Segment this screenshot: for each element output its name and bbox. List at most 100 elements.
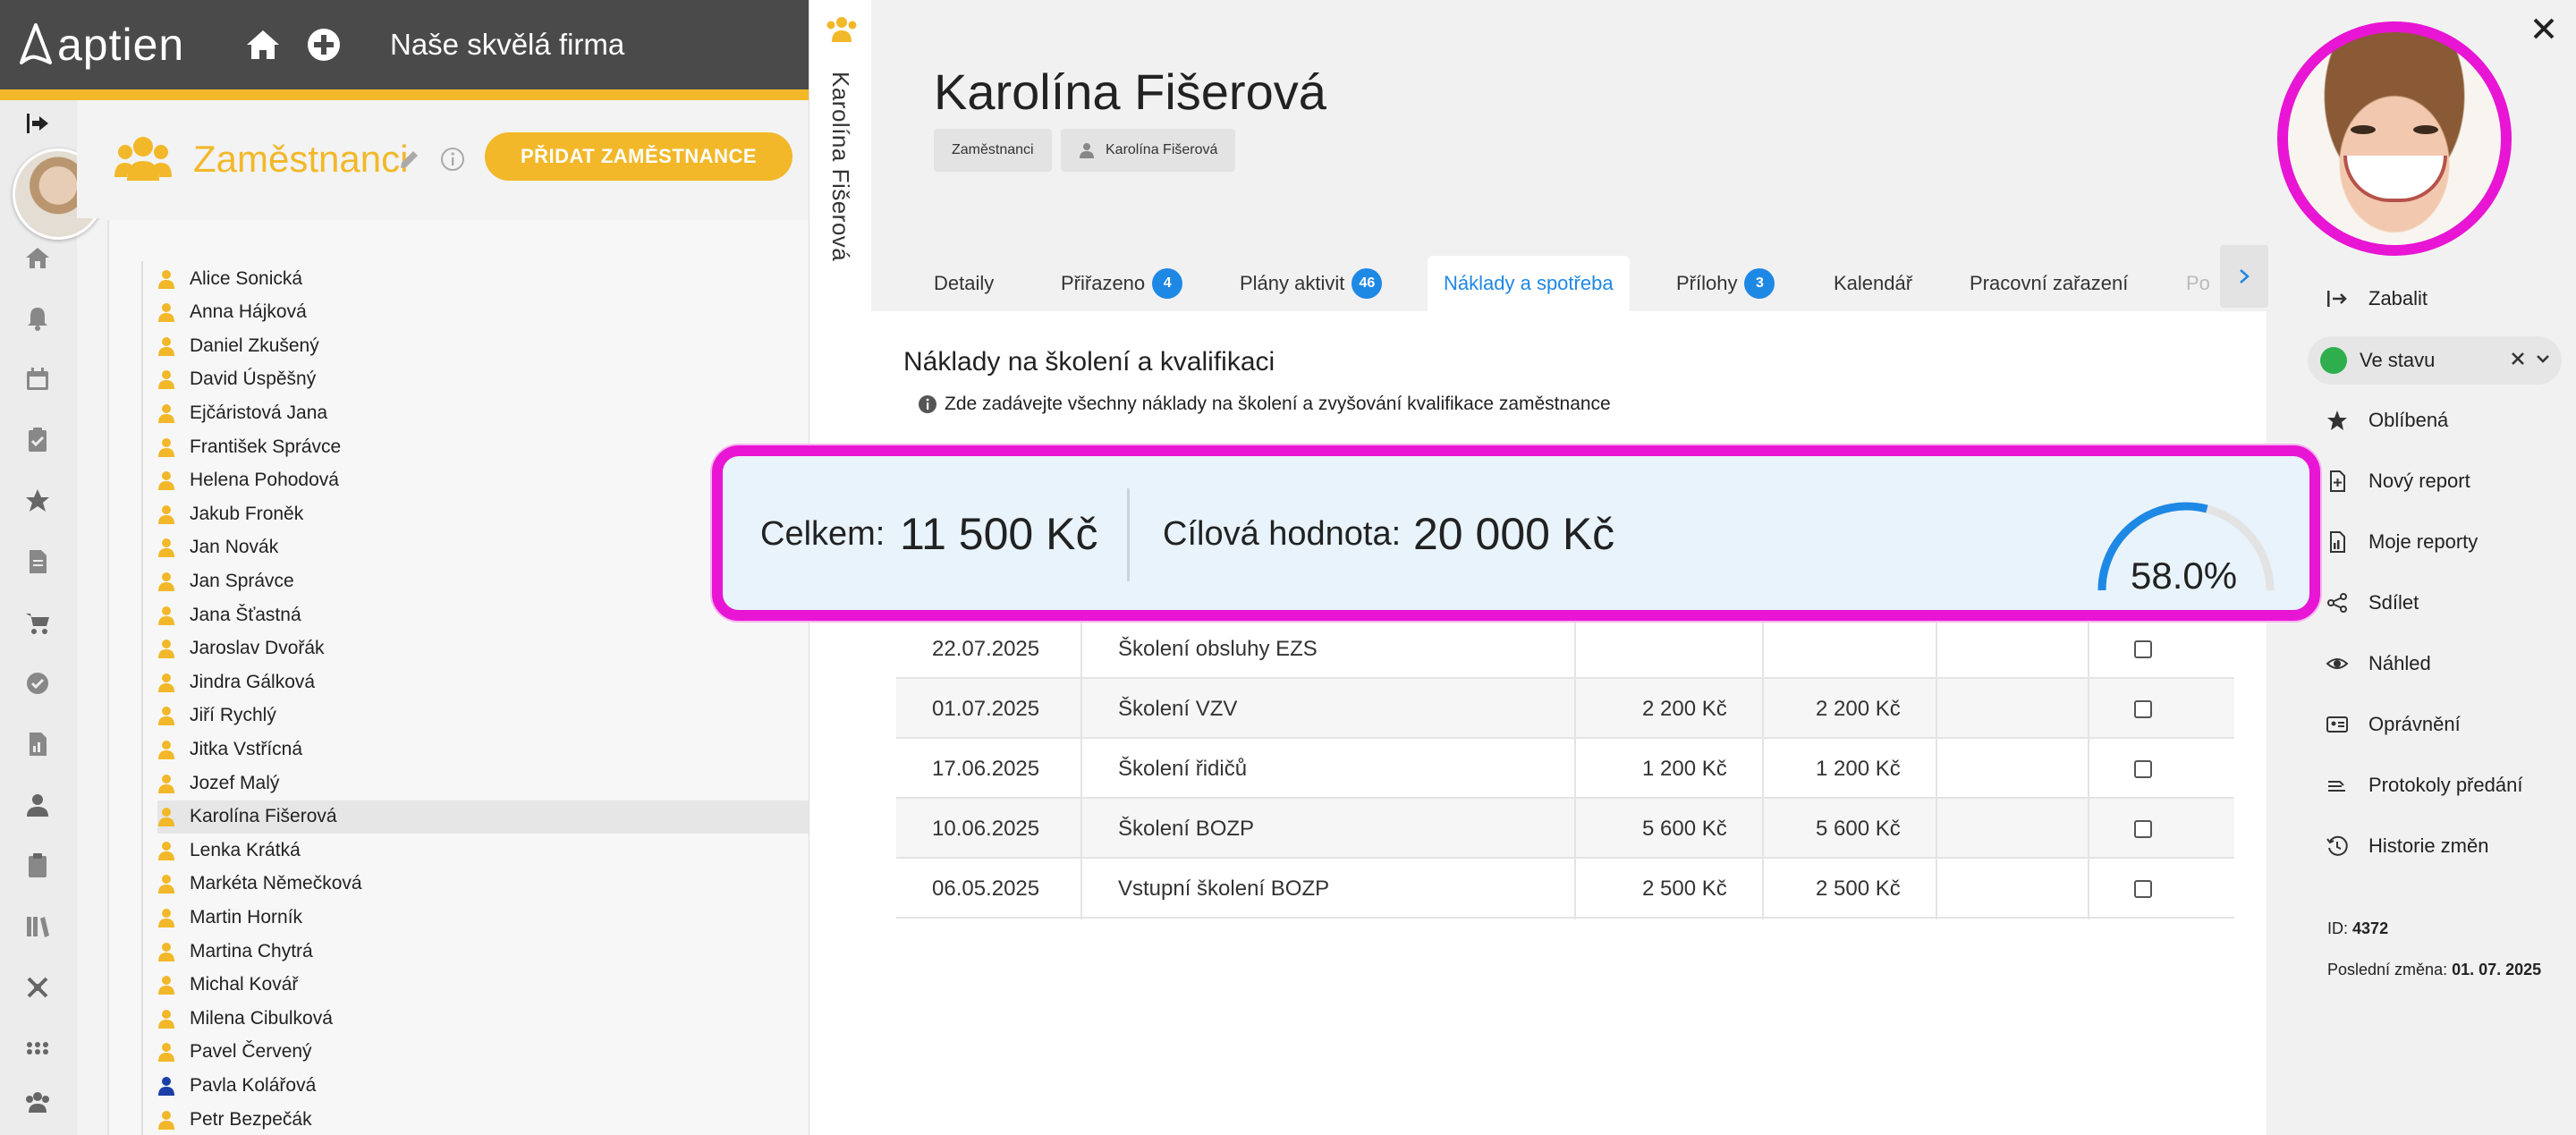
employee-list-item[interactable]: Alice Sonická [157,262,809,295]
add-circle-icon[interactable] [304,25,343,64]
app-logo[interactable]: aptien [16,20,184,70]
employee-list-item[interactable]: Jana Šťastná [157,598,809,631]
employee-list-item[interactable]: Martin Horník [157,901,809,934]
clear-icon[interactable] [2506,347,2529,370]
action-handover[interactable]: Protokoly předání [2326,767,2522,803]
summary-divider [1127,488,1130,581]
row-checkbox-cell [2134,679,2152,739]
row-paid: 1 200 Kč [1816,756,1901,781]
employee-list-item[interactable]: Jan Novák [157,531,809,564]
row-date: 10.06.2025 [932,816,1040,841]
action-my-reports[interactable]: Moje reporty [2326,524,2478,560]
employee-list-item[interactable]: Milena Cibulková [157,1002,809,1035]
employee-name: Michal Kovář [190,974,299,995]
employee-name: Jana Šťastná [190,604,301,625]
employee-list-item[interactable]: Petr Bezpečák [157,1103,809,1135]
check-circle-icon[interactable] [23,669,52,698]
cart-icon[interactable] [23,608,52,637]
employee-list-item[interactable]: Lenka Krátká [157,834,809,867]
employee-list-item[interactable]: Pavel Červený [157,1036,809,1069]
breadcrumb-current[interactable]: Karolína Fišerová [1061,129,1236,172]
pencil-icon[interactable] [397,148,420,172]
employee-list-item[interactable]: František Správce [157,430,809,463]
tab-6[interactable]: Pracovní zařazení [1953,256,2144,311]
section-note-text: Zde zadávejte všechny náklady na školení… [945,394,1611,414]
team-nav-icon[interactable] [23,1088,52,1116]
tab-2[interactable]: Plány aktivit 46 [1224,256,1398,311]
row-cost: 1 200 Kč [1642,756,1727,781]
action-collapse[interactable]: Zabalit [2326,281,2428,317]
employee-list-item[interactable]: Jozef Malý [157,767,809,800]
employee-list-item[interactable]: Jindra Gálková [157,665,809,699]
row-date: 22.07.2025 [932,636,1040,661]
person-nav-icon[interactable] [23,791,52,819]
employee-list-item[interactable]: Martina Chytrá [157,935,809,968]
team-small-icon [826,17,857,42]
table-row[interactable]: 22.07.2025 Školení obsluhy EZS [896,619,2234,679]
home-nav-icon[interactable] [23,243,52,272]
action-favorite[interactable]: Oblíbená [2326,402,2448,438]
expand-menu-icon[interactable] [23,109,52,138]
logo-mark-icon [20,23,52,64]
employee-list-item[interactable]: David Úspěšný [157,363,809,396]
photo-eye [2413,125,2438,134]
employee-list-item[interactable]: Jaroslav Dvořák [157,632,809,665]
company-name[interactable]: Naše skvělá firma [390,25,624,64]
employee-list-item[interactable]: Michal Kovář [157,969,809,1002]
report-chart-icon[interactable] [23,730,52,758]
employee-list-item[interactable]: Jitka Vstřícná [157,733,809,766]
state-select[interactable]: Ve stavu [2308,336,2562,385]
row-checkbox[interactable] [2134,759,2152,778]
tab-7[interactable]: Po [2170,256,2226,311]
employee-list-item[interactable]: Jiří Rychlý [157,699,809,733]
action-share[interactable]: Sdílet [2326,585,2419,621]
employee-list-item[interactable]: Helena Pohodová [157,464,809,497]
person-icon [158,504,174,524]
table-row[interactable]: 10.06.2025 Školení BOZP 5 600 Kč 5 600 Kč [896,799,2234,859]
row-checkbox[interactable] [2134,699,2152,718]
action-new-report[interactable]: Nový report [2326,463,2470,499]
apps-grid-icon[interactable] [23,1034,52,1063]
row-checkbox[interactable] [2134,879,2152,898]
employee-list-item[interactable]: Pavla Kolářová [157,1069,809,1102]
employee-list-item[interactable]: Jakub Froněk [157,497,809,530]
tools-icon[interactable] [23,973,52,1002]
table-row[interactable]: 17.06.2025 Školení řidičů 1 200 Kč 1 200 Kč [896,739,2234,799]
employee-name: Karolína Fišerová [190,806,337,827]
action-history[interactable]: Historie změn [2326,828,2488,864]
tab-4[interactable]: Přílohy 3 [1660,256,1791,311]
calendar-icon[interactable] [23,365,52,394]
employee-list-item[interactable]: Anna Hájková [157,296,809,329]
home-icon[interactable] [243,25,283,64]
row-cost: 5 600 Kč [1642,816,1727,841]
row-checkbox[interactable] [2134,639,2152,658]
table-row[interactable]: 01.07.2025 Školení VZV 2 200 Kč 2 200 Kč [896,679,2234,739]
employee-list-item[interactable]: Markéta Němečková [157,868,809,901]
employee-list-item[interactable]: Karolína Fišerová [157,800,809,834]
tab-5[interactable]: Kalendář [1818,256,1928,311]
clipboard-icon[interactable] [23,851,52,880]
clipboard-check-icon[interactable] [23,426,52,454]
tab-1[interactable]: Přiřazeno 4 [1045,256,1199,311]
close-icon[interactable] [2528,13,2560,45]
breadcrumb-employees[interactable]: Zaměstnanci [934,129,1052,172]
tab-label: Přílohy [1676,272,1738,294]
star-nav-icon[interactable] [23,487,52,515]
document-icon[interactable] [23,547,52,576]
tab-0[interactable]: Detaily [918,256,1010,311]
chevron-down-icon[interactable] [2533,349,2553,368]
add-employee-button[interactable]: PŘIDAT ZAMĚSTNANCE [485,132,792,181]
employee-list-item[interactable]: Jan Správce [157,564,809,597]
table-row[interactable]: 06.05.2025 Vstupní školení BOZP 2 500 Kč 2 … [896,859,2234,919]
employee-photo[interactable] [2277,21,2512,256]
action-permissions[interactable]: Oprávnění [2326,707,2461,742]
info-icon[interactable] [440,147,465,172]
bell-icon[interactable] [23,304,52,333]
row-checkbox[interactable] [2134,819,2152,838]
library-icon[interactable] [23,912,52,941]
employee-list-item[interactable]: Ejčáristová Jana [157,396,809,429]
tabs-scroll-right-button[interactable] [2220,245,2268,308]
action-preview[interactable]: Náhled [2326,646,2431,682]
employee-list-item[interactable]: Daniel Zkušený [157,329,809,362]
tab-3[interactable]: Náklady a spotřeba [1428,256,1630,311]
